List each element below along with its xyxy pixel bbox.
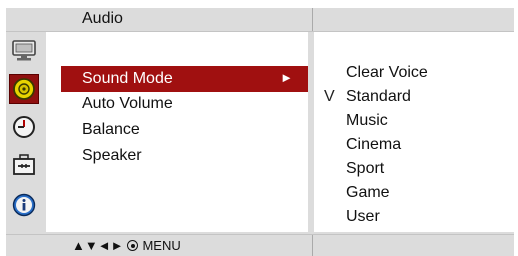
category-option[interactable] [9, 150, 39, 180]
option-user[interactable]: User [346, 208, 380, 226]
menu-item-auto-volume[interactable]: Auto Volume [46, 91, 308, 117]
information-icon [12, 193, 36, 217]
menu-item-speaker[interactable]: Speaker [46, 143, 308, 169]
menu-header: Audio [6, 8, 514, 32]
submenu-arrow-icon: ► [280, 70, 293, 85]
menu-key-label: MENU [142, 238, 181, 253]
picture-icon [12, 40, 36, 61]
option-icon [13, 154, 35, 175]
key-guide-bar: ▲▼◄► MENU [6, 234, 514, 256]
key-guide: ▲▼◄► MENU [72, 238, 181, 253]
option-standard[interactable]: Standard [346, 88, 411, 106]
menu-item-balance[interactable]: Balance [46, 117, 308, 143]
menu-item-sound-mode[interactable]: Sound Mode ► [61, 66, 308, 92]
time-icon [13, 116, 35, 138]
option-game[interactable]: Game [346, 184, 390, 202]
nav-arrows-icon: ▲▼◄► [72, 238, 124, 253]
page-title: Audio [82, 10, 123, 27]
menu-item-label: Sound Mode [82, 70, 173, 87]
audio-icon [13, 78, 35, 100]
category-picture[interactable] [9, 36, 39, 66]
option-music[interactable]: Music [346, 112, 388, 130]
check-mark-icon: V [324, 88, 335, 105]
osd-menu: Audio Sound Mode ► Auto Volume Balance S… [6, 8, 514, 256]
category-information[interactable] [9, 190, 39, 220]
menu-item-label: Speaker [82, 147, 142, 164]
menu-item-label: Balance [82, 121, 140, 138]
category-icon-column [6, 32, 42, 232]
header-divider [312, 8, 313, 31]
menu-item-label: Auto Volume [82, 95, 173, 112]
sound-mode-options: Clear Voice V Standard Music Cinema Spor… [314, 32, 514, 232]
option-cinema[interactable]: Cinema [346, 136, 401, 154]
audio-menu-list: Sound Mode ► Auto Volume Balance Speaker [46, 32, 308, 232]
option-sport[interactable]: Sport [346, 160, 384, 178]
category-audio[interactable] [9, 74, 39, 104]
ok-button-icon [127, 240, 139, 251]
option-clear-voice[interactable]: Clear Voice [346, 64, 428, 82]
footer-divider [312, 235, 313, 256]
category-time[interactable] [9, 112, 39, 142]
